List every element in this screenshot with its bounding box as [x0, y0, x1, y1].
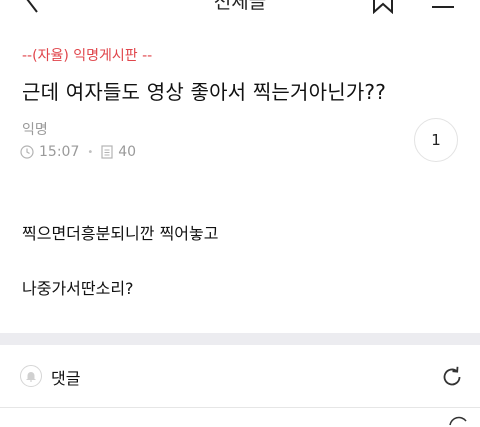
views-document-icon: [101, 145, 113, 159]
refresh-icon[interactable]: [440, 365, 464, 389]
bookmark-icon[interactable]: [372, 0, 394, 14]
post-author: 익명: [22, 122, 48, 138]
menu-icon[interactable]: [430, 0, 456, 14]
notification-bell-icon[interactable]: [20, 365, 42, 387]
post-body-line: 나중가서딴소리?: [22, 279, 134, 298]
meta-separator: •: [87, 146, 94, 158]
comment-count-button[interactable]: 1: [414, 118, 458, 162]
board-name-link[interactable]: --(자율) 익명게시판 --: [22, 45, 152, 65]
top-navigation-bar: 전체글: [0, 0, 480, 20]
section-divider: [0, 333, 480, 345]
comment-section-header: 댓글: [0, 345, 480, 407]
post-time: 15:07: [39, 144, 80, 160]
page-title: 전체글: [213, 0, 267, 13]
post-meta: 15:07 • 40: [20, 143, 136, 161]
clock-icon: [20, 145, 34, 159]
post-title: 근데 여자들도 영상 좋아서 찍는거아닌가??: [22, 80, 387, 104]
post-body-line: 찍으면더흥분되니깐 찍어놓고: [22, 224, 219, 243]
cropped-icon: [449, 416, 467, 426]
comments-label: 댓글: [51, 369, 81, 388]
divider-line: [0, 407, 480, 408]
post-views: 40: [118, 144, 137, 160]
